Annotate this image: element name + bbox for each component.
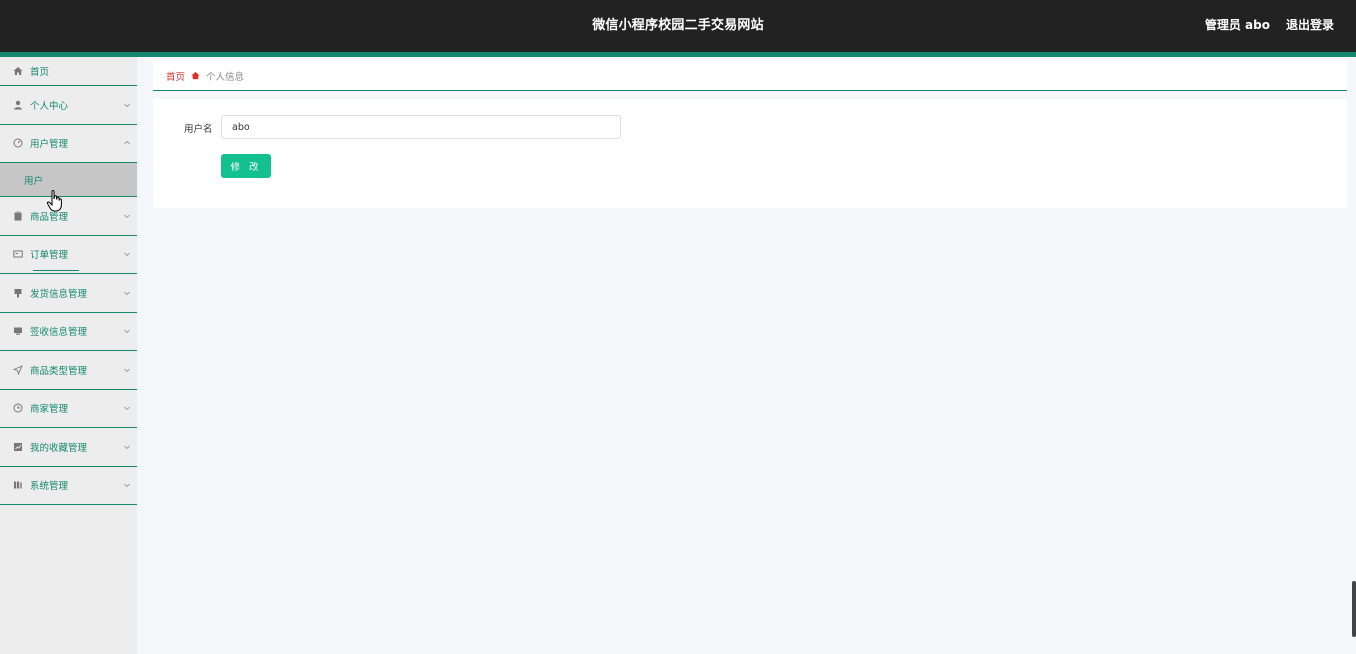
clock-icon bbox=[13, 403, 23, 413]
page-scrollbar[interactable] bbox=[1352, 581, 1356, 637]
chevron-down-icon bbox=[124, 406, 130, 411]
gauge-icon bbox=[13, 138, 23, 148]
sidebar-item-label: 系统管理 bbox=[30, 481, 69, 493]
username-label: 用户名 bbox=[184, 124, 213, 135]
username-input[interactable] bbox=[221, 115, 621, 139]
sidebar-item-label: 商品管理 bbox=[30, 211, 69, 223]
site-title: 微信小程序校园二手交易网站 bbox=[592, 18, 764, 33]
sidebar-subitem-user[interactable]: 用户 bbox=[0, 163, 137, 197]
sidebar-item-label: 订单管理 bbox=[30, 250, 69, 262]
profile-form: 用户名 修 改 bbox=[153, 99, 1347, 208]
sidebar-item-shipping-info-management[interactable]: 发货信息管理 bbox=[0, 274, 137, 313]
sidebar-item-label: 个人中心 bbox=[30, 100, 69, 112]
sidebar-item-user-management[interactable]: 用户管理 bbox=[0, 125, 137, 163]
clipboard-icon bbox=[13, 211, 23, 221]
user-icon bbox=[13, 100, 23, 110]
pin-icon bbox=[13, 288, 23, 298]
sidebar-item-label: 用户管理 bbox=[30, 139, 69, 151]
sidebar-item-label: 首页 bbox=[30, 67, 50, 78]
top-accent-bar bbox=[0, 52, 1356, 57]
chevron-down-icon bbox=[124, 252, 130, 257]
top-bar: 微信小程序校园二手交易网站 管理员 abo 退出登录 bbox=[0, 0, 1356, 57]
sidebar-item-favorites-management[interactable]: 我的收藏管理 bbox=[0, 428, 137, 467]
breadcrumb-home-link[interactable]: 首页 bbox=[166, 69, 185, 83]
sidebar-item-product-type-management[interactable]: 商品类型管理 bbox=[0, 351, 137, 390]
chevron-down-icon bbox=[124, 445, 130, 449]
ticket-icon bbox=[13, 249, 23, 259]
home-icon bbox=[13, 66, 23, 76]
sidebar-item-personal-center[interactable]: 个人中心 bbox=[0, 86, 137, 125]
sidebar-item-product-management[interactable]: 商品管理 bbox=[0, 197, 137, 236]
chevron-down-icon bbox=[124, 368, 130, 372]
top-right-actions: 管理员 abo 退出登录 bbox=[1205, 0, 1334, 52]
sidebar-item-label: 商品类型管理 bbox=[30, 365, 88, 377]
chevron-down-icon bbox=[124, 329, 130, 334]
sidebar-item-label: 我的收藏管理 bbox=[30, 442, 88, 454]
sidebar-item-merchant-management[interactable]: 商家管理 bbox=[0, 390, 137, 428]
monitor-icon bbox=[13, 326, 23, 336]
chart-icon bbox=[13, 442, 23, 452]
sidebar-item-home[interactable]: 首页 bbox=[0, 57, 137, 86]
sidebar-item-system-management[interactable]: 系统管理 bbox=[0, 467, 137, 505]
chevron-up-icon bbox=[124, 141, 130, 145]
sidebar-subitem-label: 用户 bbox=[24, 175, 44, 187]
modify-button[interactable]: 修 改 bbox=[221, 154, 271, 178]
home-icon bbox=[191, 71, 201, 81]
chevron-down-icon bbox=[124, 291, 130, 295]
book-icon bbox=[13, 480, 23, 490]
active-underline bbox=[33, 270, 79, 271]
sidebar-item-label: 商家管理 bbox=[30, 404, 69, 416]
logout-link[interactable]: 退出登录 bbox=[1286, 0, 1334, 52]
sidebar: 首页 个人中心 用户管理 用户 商品管理 订单管理 发货信息管理 签收信息管理 … bbox=[0, 57, 137, 654]
sidebar-item-order-management[interactable]: 订单管理 bbox=[0, 236, 137, 274]
sidebar-item-label: 签收信息管理 bbox=[30, 327, 88, 339]
sidebar-item-receipt-info-management[interactable]: 签收信息管理 bbox=[0, 313, 137, 351]
chevron-down-icon bbox=[124, 214, 130, 218]
chevron-down-icon bbox=[124, 483, 130, 488]
chevron-down-icon bbox=[124, 103, 130, 107]
sidebar-item-label: 发货信息管理 bbox=[30, 288, 88, 300]
send-icon bbox=[13, 364, 23, 375]
breadcrumb: 首页 个人信息 bbox=[153, 61, 1347, 91]
breadcrumb-current: 个人信息 bbox=[206, 71, 245, 83]
admin-user-label[interactable]: 管理员 abo bbox=[1205, 0, 1270, 52]
